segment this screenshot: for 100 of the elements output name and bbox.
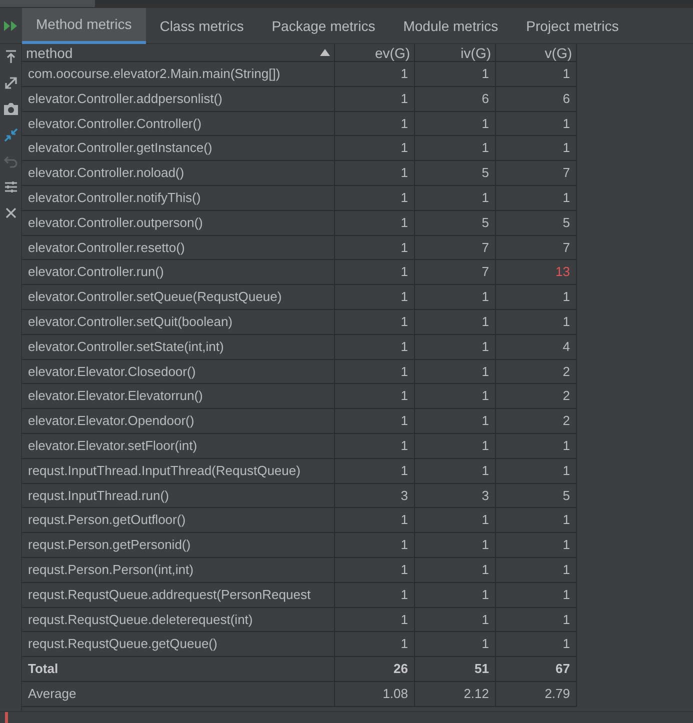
table-cell: elevator.Elevator.Opendoor() — [22, 409, 335, 434]
table-cell: 2.12 — [415, 682, 496, 707]
table-cell: 67 — [496, 657, 577, 682]
table-cell: 1 — [335, 112, 415, 136]
table-cell: 5 — [496, 210, 577, 236]
table-cell: 5 — [415, 210, 496, 236]
table-cell: 3 — [415, 484, 496, 508]
column-header[interactable]: method — [22, 44, 335, 62]
column-header[interactable]: iv(G) — [415, 44, 496, 62]
table-cell: 2.79 — [496, 682, 577, 707]
table-cell: requst.RequstQueue.deleterequest(int) — [22, 608, 335, 632]
table-cell: requst.Person.Person(int,int) — [22, 558, 335, 583]
tab[interactable]: Project metrics — [512, 8, 633, 44]
table-cell: 1 — [496, 112, 577, 136]
column-header[interactable]: v(G) — [496, 44, 577, 62]
table-cell: 1 — [496, 582, 577, 608]
table-cell: 7 — [496, 236, 577, 260]
table-cell: 1 — [415, 458, 496, 484]
tab[interactable]: Class metrics — [146, 8, 258, 44]
table-cell: 1 — [335, 384, 415, 410]
table-cell: 3 — [335, 484, 415, 508]
table-cell: 1 — [335, 62, 415, 87]
table-cell: 1 — [335, 310, 415, 335]
table-cell: 1 — [496, 608, 577, 632]
table-cell: 1 — [415, 310, 496, 335]
sort-ascending-icon — [320, 49, 330, 56]
table-cell: elevator.Controller.resetto() — [22, 236, 335, 260]
table-cell: 1 — [335, 334, 415, 360]
table-cell: 1 — [415, 360, 496, 384]
table-cell: 5 — [496, 484, 577, 508]
table-cell: 1 — [335, 632, 415, 658]
table-cell: 1 — [335, 86, 415, 112]
table-cell: 1 — [335, 558, 415, 583]
table-cell: 1 — [335, 161, 415, 186]
table-cell: 1 — [335, 508, 415, 534]
table-cell: com.oocourse.elevator2.Main.main(String[]) — [22, 62, 335, 87]
table-cell: 1 — [335, 136, 415, 162]
table-cell: 1 — [496, 508, 577, 534]
table-cell: 5 — [415, 161, 496, 186]
table-cell: 7 — [496, 161, 577, 186]
table-cell: 1 — [415, 186, 496, 211]
table-cell: 1 — [335, 409, 415, 434]
table-cell: requst.Person.getPersonid() — [22, 533, 335, 558]
table-cell: elevator.Controller.setState(int,int) — [22, 334, 335, 360]
table-cell: 1 — [335, 210, 415, 236]
table-cell: elevator.Elevator.Elevatorrun() — [22, 384, 335, 410]
column-header[interactable]: ev(G) — [335, 44, 415, 62]
table-cell: 1 — [415, 334, 496, 360]
table-cell: elevator.Controller.outperson() — [22, 210, 335, 236]
table-cell: 7 — [415, 236, 496, 260]
table-cell: elevator.Controller.run() — [22, 260, 335, 286]
tab[interactable]: Package metrics — [258, 8, 390, 44]
table-cell: elevator.Controller.notifyThis() — [22, 186, 335, 211]
table-cell: requst.RequstQueue.getQueue() — [22, 632, 335, 658]
collapse-icon[interactable] — [2, 127, 18, 143]
expand-icon[interactable] — [2, 75, 18, 91]
table-cell: 2 — [496, 384, 577, 410]
table-cell: 1 — [335, 236, 415, 260]
table-cell: 1 — [415, 533, 496, 558]
table-cell: requst.InputThread.run() — [22, 484, 335, 508]
table-cell: 1 — [415, 508, 496, 534]
table-cell: requst.Person.getOutfloor() — [22, 508, 335, 534]
table-cell: 4 — [496, 334, 577, 360]
table-cell: 1 — [496, 285, 577, 310]
table-cell: 26 — [335, 657, 415, 682]
table-cell: elevator.Elevator.Closedoor() — [22, 360, 335, 384]
table-cell: elevator.Controller.getInstance() — [22, 136, 335, 162]
table-cell: 13 — [496, 260, 577, 286]
table-cell: 1 — [335, 458, 415, 484]
table-cell: 1 — [496, 632, 577, 658]
camera-icon[interactable] — [2, 101, 18, 117]
table-cell: 1 — [415, 136, 496, 162]
table-cell: elevator.Controller.Controller() — [22, 112, 335, 136]
table-cell: 1 — [496, 136, 577, 162]
table-cell: 1 — [415, 582, 496, 608]
table-cell: 1 — [335, 608, 415, 632]
table-cell: elevator.Controller.setQuit(boolean) — [22, 310, 335, 335]
table-cell: 1 — [496, 186, 577, 211]
run-icon[interactable] — [3, 20, 19, 32]
table-cell: 6 — [415, 86, 496, 112]
table-cell: Total — [22, 657, 335, 682]
table-cell: 6 — [496, 86, 577, 112]
settings-icon[interactable] — [2, 179, 18, 195]
table-cell: 1 — [415, 285, 496, 310]
tab[interactable]: Method metrics — [22, 8, 146, 44]
table-cell: 1 — [335, 533, 415, 558]
table-cell: 1 — [496, 434, 577, 459]
table-cell: 2 — [496, 360, 577, 384]
table-cell: elevator.Controller.setQueue(RequstQueue) — [22, 285, 335, 310]
table-cell: 1 — [496, 558, 577, 583]
table-cell: 1 — [415, 62, 496, 87]
table-cell: 1 — [335, 186, 415, 211]
table-cell: requst.InputThread.InputThread(RequstQueue) — [22, 458, 335, 484]
tab[interactable]: Module metrics — [389, 8, 512, 44]
table-cell: elevator.Controller.addpersonlist() — [22, 86, 335, 112]
table-cell: 51 — [415, 657, 496, 682]
table-cell: requst.RequstQueue.addrequest(PersonRequest — [22, 582, 335, 608]
table-cell: 1 — [415, 112, 496, 136]
table-cell: 1 — [335, 582, 415, 608]
table-cell: 1 — [335, 360, 415, 384]
